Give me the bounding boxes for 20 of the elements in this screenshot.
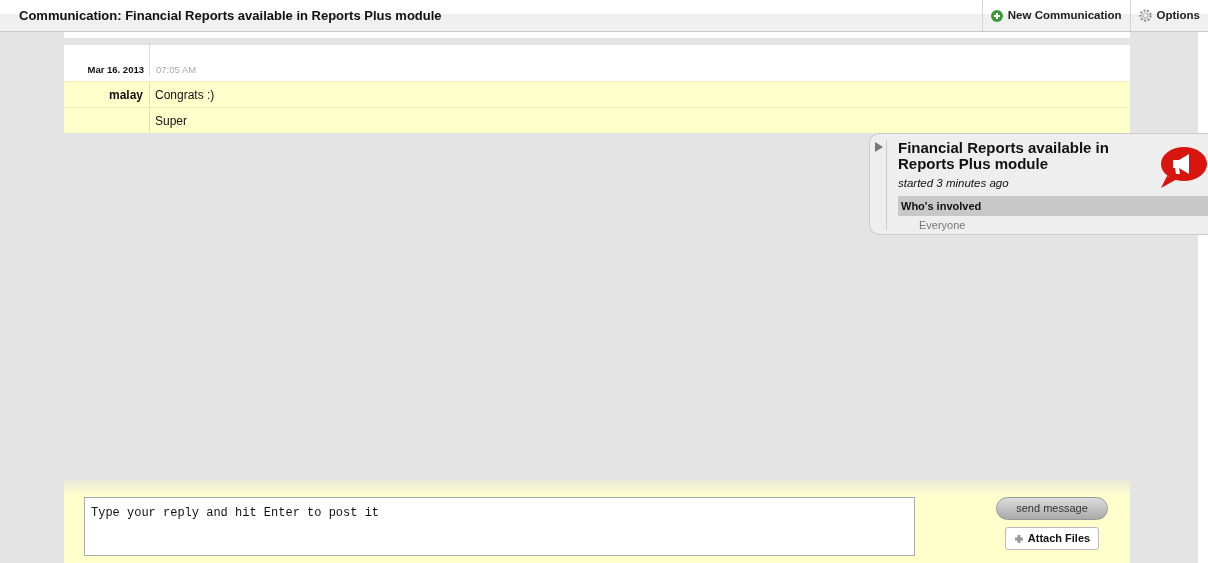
gear-icon [1138,9,1152,22]
attach-files-button[interactable]: Attach Files [1004,527,1100,550]
message-text: Super [154,112,188,130]
thread-time: 07:05 AM [149,41,197,77]
member-name: Everyone [918,218,967,234]
plus-icon [990,9,1003,22]
megaphone-icon [1159,146,1207,189]
panel-subtitle: started 3 minutes ago [898,176,1010,191]
thread-date: Mar 16. 2013 [86,62,145,77]
message-text: Congrats :) [154,86,215,104]
page-title: Communication: Financial Reports available in Reports Plus module [18,6,443,25]
reply-field[interactable]: Type your reply and hit Enter to post it [84,497,915,556]
panel-title: Financial Reports available in Reports Plus module [898,140,1110,172]
plus-icon [1013,533,1024,544]
expand-icon[interactable] [873,142,883,152]
header-button[interactable]: New Communication [981,0,1130,31]
send-button[interactable]: send message [996,497,1108,520]
header-button[interactable]: Options [1129,0,1208,31]
message-author: malay [108,86,143,104]
section-header: Who's involved [898,196,1208,217]
